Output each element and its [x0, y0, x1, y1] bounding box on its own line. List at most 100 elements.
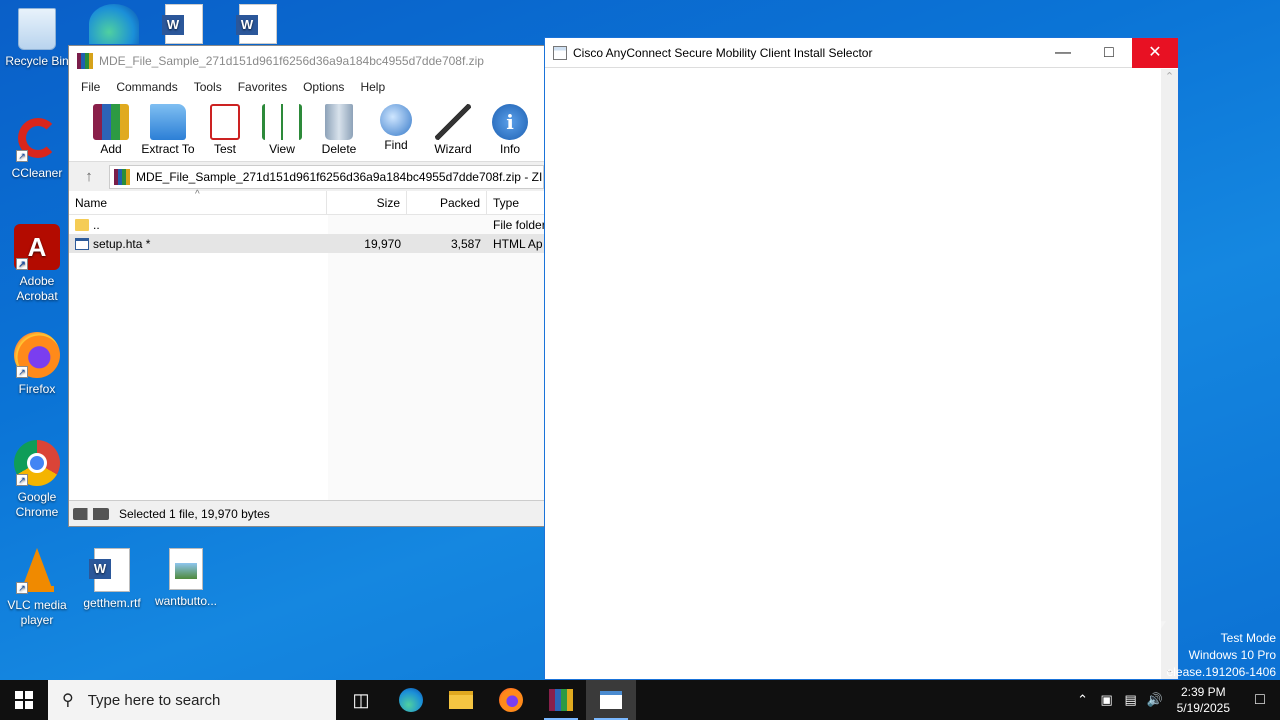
- winrar-icon: [549, 689, 573, 711]
- extract-to-button-label: Extract To: [141, 142, 195, 156]
- folder-icon: [449, 691, 473, 709]
- desktop-icon-word-partial-2[interactable]: W: [222, 4, 294, 48]
- vlc-icon: ↗: [14, 548, 60, 594]
- cisco-installer-window[interactable]: Cisco AnyConnect Secure Mobility Client …: [544, 37, 1179, 680]
- delete-button[interactable]: Delete: [311, 100, 367, 156]
- firefox-icon: ↗: [14, 332, 60, 378]
- search-icon: ⚲: [62, 692, 74, 709]
- up-arrow-icon[interactable]: ↑: [69, 168, 109, 185]
- build-text: elease.191206-1406: [1166, 665, 1276, 679]
- adobe-acrobat-icon: A ↗: [14, 224, 60, 270]
- notification-icon[interactable]: □: [1240, 691, 1280, 709]
- volume-icon[interactable]: 🔊: [1143, 692, 1167, 708]
- add-button[interactable]: Add: [83, 100, 139, 156]
- network-icon[interactable]: ▤: [1119, 692, 1143, 708]
- scroll-up-icon[interactable]: ⌃: [1161, 69, 1178, 86]
- find-button[interactable]: Find: [368, 100, 424, 152]
- device-icon[interactable]: ▣: [1095, 692, 1119, 708]
- wizard-button[interactable]: Wizard: [425, 100, 481, 156]
- desktop-icon-google-chrome[interactable]: ↗ Google Chrome: [1, 440, 73, 520]
- desktop-icon-label: Adobe Acrobat: [16, 274, 58, 303]
- shortcut-arrow-icon: ↗: [16, 474, 28, 486]
- zip-archive-icon: [114, 168, 130, 185]
- desktop-icon-word-partial-1[interactable]: W: [148, 4, 220, 48]
- extract-folder-icon: [150, 104, 186, 140]
- search-placeholder: Type here to search: [87, 691, 221, 709]
- taskbar-file-explorer[interactable]: [436, 680, 486, 720]
- start-button[interactable]: [0, 680, 48, 720]
- desktop-icon-getthem-rtf[interactable]: W getthem.rtf: [76, 548, 148, 611]
- info-button-label: Info: [499, 142, 520, 156]
- delete-button-label: Delete: [321, 142, 357, 156]
- winrar-title-bar[interactable]: MDE_File_Sample_271d151d961f6256d36a9a18…: [69, 46, 544, 76]
- menu-commands[interactable]: Commands: [108, 80, 185, 94]
- desktop-icon-label: wantbutto...: [154, 594, 218, 608]
- hta-file-icon: [75, 237, 89, 250]
- file-name: ..: [93, 217, 100, 232]
- minimize-button[interactable]: —: [1040, 38, 1086, 68]
- column-packed-header[interactable]: Packed: [407, 190, 487, 215]
- menu-tools[interactable]: Tools: [186, 80, 230, 94]
- desktop-icon-ccleaner[interactable]: ↗ CCleaner: [1, 116, 73, 181]
- file-list-header: Name Size Packed Type ^: [69, 189, 544, 215]
- task-view-button[interactable]: ◫: [336, 680, 386, 720]
- desktop-icon-recycle-bin[interactable]: Recycle Bin: [1, 8, 73, 69]
- wizard-button-label: Wizard: [434, 142, 472, 156]
- info-button[interactable]: i Info: [482, 100, 538, 156]
- test-button-label: Test: [213, 142, 236, 156]
- archive-path-text: MDE_File_Sample_271d151d961f6256d36a9a18…: [136, 169, 544, 184]
- taskbar-mshta[interactable]: [586, 680, 636, 720]
- column-size-header[interactable]: Size: [327, 190, 407, 215]
- archive-path-field[interactable]: MDE_File_Sample_271d151d961f6256d36a9a18…: [109, 164, 544, 189]
- windows-edition-text: Windows 10 Pro: [1188, 648, 1276, 662]
- wizard-wand-icon: [435, 104, 471, 140]
- file-name: setup.hta *: [93, 236, 151, 251]
- file-type: File folder: [493, 217, 544, 232]
- desktop-icon-edge-partial[interactable]: [78, 4, 150, 48]
- desktop-icon-label: VLC media player: [7, 598, 67, 627]
- test-button[interactable]: Test: [197, 100, 253, 156]
- view-button[interactable]: View: [254, 100, 310, 156]
- window-app-icon: [553, 45, 567, 60]
- column-type-header[interactable]: Type: [487, 191, 544, 215]
- extract-to-button[interactable]: Extract To: [140, 100, 196, 156]
- menu-options[interactable]: Options: [295, 80, 352, 94]
- drive-icon: [73, 507, 109, 520]
- taskbar-winrar[interactable]: [536, 680, 586, 720]
- file-row-parent-folder[interactable]: .. File folder: [69, 215, 544, 234]
- vertical-scrollbar[interactable]: ⌃ ⌄: [1161, 69, 1178, 679]
- desktop-icon-firefox[interactable]: ↗ Firefox: [1, 332, 73, 397]
- taskbar-search-box[interactable]: ⚲ Type here to search: [48, 680, 336, 720]
- delete-trash-icon: [325, 104, 353, 140]
- clock-time: 2:39 PM: [1180, 685, 1226, 699]
- info-icon: i: [492, 104, 528, 140]
- menu-file[interactable]: File: [73, 80, 108, 94]
- close-button[interactable]: ✕: [1132, 37, 1178, 68]
- file-list[interactable]: Name Size Packed Type ^ .. File folder s…: [69, 189, 544, 501]
- recycle-bin-icon: [18, 8, 56, 50]
- shortcut-arrow-icon: ↗: [16, 366, 28, 378]
- cisco-title-bar[interactable]: Cisco AnyConnect Secure Mobility Client …: [545, 37, 1178, 68]
- add-archive-icon: [93, 104, 129, 140]
- taskbar-firefox[interactable]: [486, 680, 536, 720]
- folder-icon: [75, 218, 89, 231]
- clock-date: 5/19/2025: [1176, 701, 1230, 715]
- taskbar-clock[interactable]: 2:39 PM 5/19/2025: [1167, 684, 1240, 716]
- cisco-content-area: [545, 69, 1161, 679]
- maximize-button[interactable]: □: [1086, 38, 1132, 68]
- desktop-icon-vlc[interactable]: ↗ VLC media player: [1, 548, 73, 628]
- file-size: 19,970: [364, 236, 401, 251]
- taskbar-edge[interactable]: [386, 680, 436, 720]
- chevron-up-icon[interactable]: ⌃: [1071, 692, 1095, 708]
- shortcut-arrow-icon: ↗: [16, 582, 28, 594]
- menu-help[interactable]: Help: [352, 80, 393, 94]
- find-button-label: Find: [384, 138, 408, 152]
- menu-favorites[interactable]: Favorites: [230, 80, 295, 94]
- desktop-icon-adobe-acrobat[interactable]: A ↗ Adobe Acrobat: [1, 224, 73, 304]
- status-text: Selected 1 file, 19,970 bytes: [119, 506, 270, 521]
- windows-build-info: Test Mode Windows 10 Pro elease.191206-1…: [1167, 630, 1276, 681]
- desktop-icon-wantbutto[interactable]: wantbutto...: [150, 548, 222, 609]
- file-row-setup-hta[interactable]: setup.hta * 19,970 3,587 HTML Ap: [69, 234, 544, 253]
- winrar-window[interactable]: MDE_File_Sample_271d151d961f6256d36a9a18…: [68, 45, 545, 527]
- sort-ascending-icon: ^: [195, 189, 200, 200]
